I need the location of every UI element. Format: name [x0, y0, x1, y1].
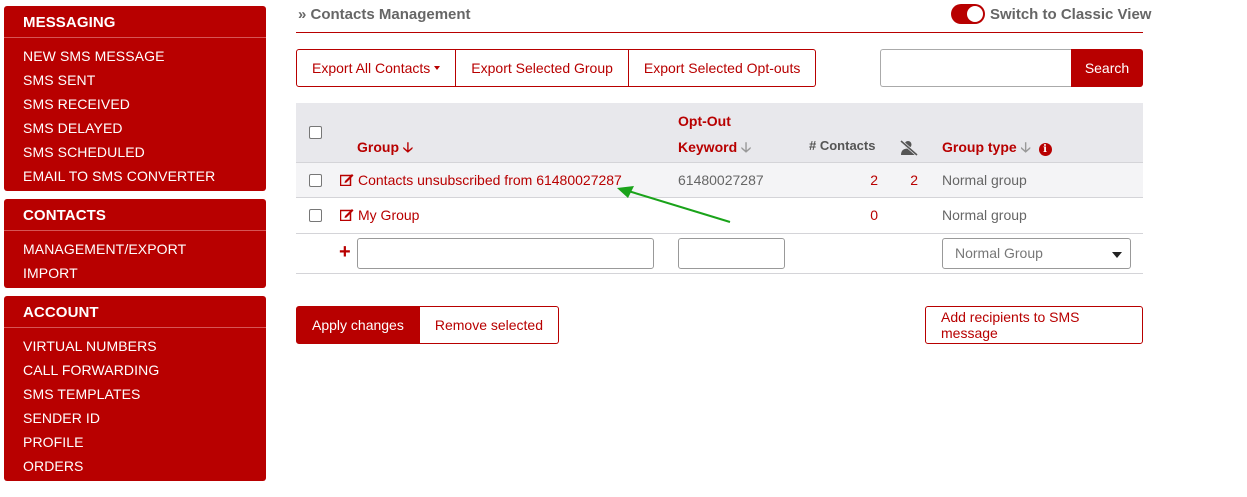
apply-changes-button[interactable]: Apply changes — [296, 306, 420, 344]
sidebar-item-sms-received[interactable]: SMS RECEIVED — [4, 92, 266, 116]
sidebar-item-import[interactable]: IMPORT — [4, 261, 266, 285]
classic-view-switch[interactable]: Switch to Classic View — [951, 4, 1151, 24]
group-name-link[interactable]: My Group — [339, 207, 419, 224]
breadcrumb: » Contacts Management — [298, 6, 471, 23]
classic-view-toggle[interactable] — [951, 4, 985, 24]
export-selected-group-button[interactable]: Export Selected Group — [456, 49, 629, 87]
edit-icon[interactable] — [339, 173, 354, 189]
sort-down-icon: 🡣 — [1020, 139, 1031, 155]
sidebar-section-messaging: MESSAGING NEW SMS MESSAGE SMS SENT SMS R… — [4, 6, 266, 191]
group-type: Normal group — [942, 172, 1027, 188]
sidebar-item-orders[interactable]: ORDERS — [4, 454, 266, 478]
search-input[interactable] — [880, 49, 1071, 87]
group-type-selected: Normal Group — [955, 245, 1043, 261]
changes-button-group: Apply changes Remove selected — [296, 306, 560, 344]
export-all-contacts-button[interactable]: Export All Contacts — [296, 49, 457, 87]
new-group-name-input[interactable] — [357, 238, 654, 269]
group-name-link[interactable]: Contacts unsubscribed from 61480027287 — [339, 172, 622, 189]
classic-view-label[interactable]: Switch to Classic View — [990, 6, 1151, 23]
dropdown-arrow-icon — [1112, 252, 1122, 258]
column-group[interactable]: Group 🡣 — [357, 137, 413, 161]
table-row: Contacts unsubscribed from 61480027287 6… — [296, 163, 1143, 198]
new-optout-keyword-input[interactable] — [678, 238, 785, 269]
remove-selected-button[interactable]: Remove selected — [419, 306, 560, 344]
sidebar-heading-messaging: MESSAGING — [4, 6, 266, 38]
add-recipients-button[interactable]: Add recipients to SMS message — [925, 306, 1143, 344]
sidebar-item-sms-templates[interactable]: SMS TEMPLATES — [4, 382, 266, 406]
column-group-label: Group — [357, 139, 399, 155]
groups-table: Group 🡣 Opt-Out Keyword 🡣 # Contacts Gro… — [296, 103, 1143, 274]
column-optout-label-line1: Opt-Out — [678, 113, 731, 129]
export-all-contacts-label: Export All Contacts — [312, 60, 431, 76]
sidebar-item-call-forwarding[interactable]: CALL FORWARDING — [4, 358, 266, 382]
optout-keyword: 61480027287 — [678, 172, 764, 188]
search-button[interactable]: Search — [1071, 49, 1143, 87]
caret-down-icon — [434, 66, 441, 70]
export-button-group: Export All Contacts Export Selected Grou… — [296, 49, 817, 87]
column-optout-keyword[interactable]: Opt-Out Keyword 🡣 — [678, 113, 751, 161]
sidebar-item-sms-scheduled[interactable]: SMS SCHEDULED — [4, 140, 266, 164]
breadcrumb-separator: » — [298, 6, 307, 23]
table-row: My Group 0 Normal group — [296, 198, 1143, 234]
sidebar-item-sender-id[interactable]: SENDER ID — [4, 406, 266, 430]
contacts-count[interactable]: 2 — [856, 172, 878, 188]
sidebar-item-sms-sent[interactable]: SMS SENT — [4, 68, 266, 92]
row-checkbox[interactable] — [309, 174, 322, 187]
column-group-type-label: Group type — [942, 139, 1017, 155]
column-contacts: # Contacts — [809, 138, 876, 153]
sidebar-item-email-to-sms[interactable]: EMAIL TO SMS CONVERTER — [4, 164, 266, 188]
sort-down-icon: 🡣 — [741, 139, 752, 155]
sidebar-section-contacts: CONTACTS MANAGEMENT/EXPORT IMPORT — [4, 199, 266, 288]
edit-icon[interactable] — [339, 208, 354, 224]
column-optout-label-line2: Keyword — [678, 139, 738, 155]
new-group-row: + Normal Group — [296, 234, 1143, 274]
sidebar-section-account: ACCOUNT VIRTUAL NUMBERS CALL FORWARDING … — [4, 296, 266, 481]
toggle-knob — [967, 6, 983, 22]
sidebar-heading-account: ACCOUNT — [4, 296, 266, 328]
row-checkbox[interactable] — [309, 209, 322, 222]
sort-down-active-icon: 🡣 — [402, 139, 413, 155]
person-slash-icon — [900, 139, 918, 161]
header-divider — [296, 32, 1143, 33]
sidebar-item-management-export[interactable]: MANAGEMENT/EXPORT — [4, 237, 266, 261]
group-name[interactable]: My Group — [358, 207, 419, 223]
page-title: Contacts Management — [310, 6, 471, 23]
add-icon[interactable]: + — [339, 241, 351, 264]
group-name[interactable]: Contacts unsubscribed from 61480027287 — [358, 172, 622, 188]
contacts-count[interactable]: 0 — [856, 207, 878, 223]
export-selected-optouts-button[interactable]: Export Selected Opt-outs — [628, 49, 817, 87]
table-header: Group 🡣 Opt-Out Keyword 🡣 # Contacts Gro… — [296, 103, 1143, 163]
group-type-select[interactable]: Normal Group — [942, 238, 1131, 269]
info-icon[interactable]: i — [1038, 143, 1052, 156]
column-group-type[interactable]: Group type 🡣 i — [942, 137, 1052, 161]
sidebar-item-new-sms[interactable]: NEW SMS MESSAGE — [4, 44, 266, 68]
sidebar-item-virtual-numbers[interactable]: VIRTUAL NUMBERS — [4, 334, 266, 358]
optout-count[interactable]: 2 — [902, 172, 918, 188]
sidebar-item-profile[interactable]: PROFILE — [4, 430, 266, 454]
sidebar-heading-contacts: CONTACTS — [4, 199, 266, 231]
select-all-checkbox[interactable] — [309, 126, 322, 139]
sidebar-item-sms-delayed[interactable]: SMS DELAYED — [4, 116, 266, 140]
search-box: Search — [880, 49, 1143, 87]
group-type: Normal group — [942, 207, 1027, 223]
